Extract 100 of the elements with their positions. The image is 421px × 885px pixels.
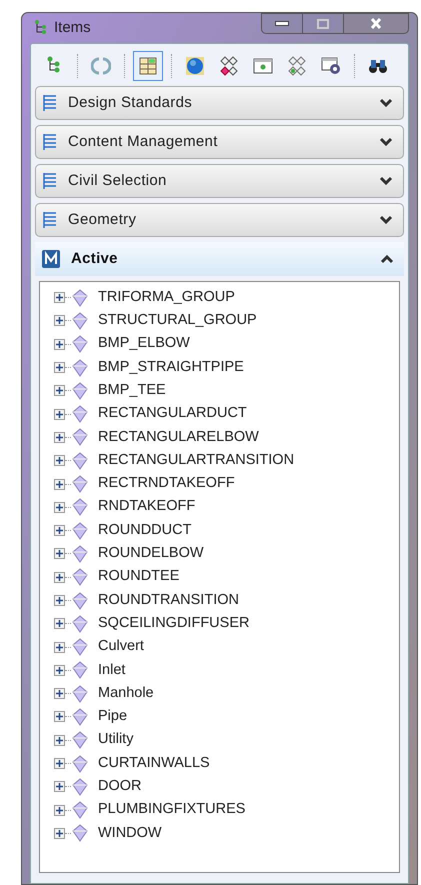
list-icon (42, 211, 58, 229)
tree-item[interactable]: DOOR (98, 776, 142, 798)
expand-toggle[interactable] (54, 455, 65, 466)
chevron-down-icon (379, 176, 393, 186)
expand-toggle[interactable] (54, 502, 65, 513)
list-icon (42, 94, 58, 112)
tree-item[interactable]: WINDOW (98, 822, 162, 844)
diamond-icon (72, 778, 88, 796)
diamond-icon (72, 824, 88, 842)
panel-header[interactable]: Civil Selection (35, 164, 404, 198)
tree-item[interactable]: Inlet (98, 660, 126, 682)
app-icon (41, 249, 61, 269)
diamond-icon (72, 708, 88, 726)
expand-toggle[interactable] (54, 548, 65, 560)
diamond-icon (72, 592, 88, 610)
chevron-up-icon (380, 254, 394, 264)
tree-item[interactable]: BMP_STRAIGHTPIPE (98, 356, 244, 378)
expand-toggle[interactable] (54, 525, 65, 536)
tree-item[interactable]: BMP_TEE (98, 380, 166, 402)
diamond-icon (72, 801, 88, 820)
panel-header[interactable]: Design Standards (35, 86, 404, 120)
diamond-icon (72, 475, 88, 494)
expand-toggle[interactable] (54, 781, 65, 792)
tree-item[interactable]: STRUCTURAL_GROUP (98, 310, 257, 332)
diamond-icon (72, 684, 88, 703)
window-icon (253, 56, 273, 76)
tree-item[interactable]: RNDTAKEOFF (98, 496, 196, 518)
diamond-icon (72, 428, 88, 446)
tree-item[interactable]: ROUNDTRANSITION (98, 590, 239, 612)
tree-icon (34, 20, 48, 36)
tree-item[interactable]: TRIFORMA_GROUP (98, 286, 235, 309)
expand-toggle[interactable] (54, 292, 65, 304)
expand-toggle[interactable] (54, 618, 65, 630)
diamond-icon (72, 568, 88, 586)
diamond-icon (72, 312, 88, 330)
panel-header[interactable]: Content Management (35, 125, 404, 159)
maximize-button[interactable] (303, 13, 343, 34)
expand-toggle[interactable] (54, 711, 65, 722)
tree-item[interactable]: RECTRNDTAKEOFF (98, 473, 235, 495)
diamonds-icon (219, 56, 239, 76)
expand-toggle[interactable] (54, 338, 65, 350)
panel-header[interactable]: Geometry (35, 203, 404, 237)
tree-item[interactable]: Manhole (98, 682, 154, 705)
diamond-icon (72, 498, 88, 516)
expand-toggle[interactable] (54, 315, 65, 326)
list-icon (42, 172, 58, 190)
diamond-icon (72, 731, 88, 750)
expand-toggle[interactable] (54, 362, 65, 374)
expand-toggle[interactable] (54, 385, 65, 396)
tree-item[interactable]: ROUNDELBOW (98, 543, 204, 565)
expand-toggle[interactable] (54, 595, 65, 606)
diamond-icon (72, 452, 88, 470)
tree-item[interactable]: Utility (98, 729, 134, 752)
tree-item[interactable]: RECTANGULARDUCT (98, 403, 247, 425)
tree-item[interactable]: PLUMBINGFIXTURES (98, 799, 246, 822)
close-button[interactable] (343, 13, 409, 34)
tree-item[interactable]: BMP_ELBOW (98, 333, 190, 356)
expand-toggle[interactable] (54, 408, 65, 420)
diamond-icon (72, 754, 88, 773)
diamond-icon (72, 638, 88, 656)
tree-item[interactable]: ROUNDTEE (98, 566, 180, 588)
chevron-down-icon (379, 215, 393, 225)
expand-toggle[interactable] (54, 688, 65, 700)
diamond-icon (72, 335, 88, 354)
diamond-icon (72, 614, 88, 633)
grid-button[interactable] (133, 51, 163, 81)
globe-icon (185, 56, 205, 76)
expand-toggle[interactable] (54, 804, 65, 816)
minimize-button[interactable] (261, 13, 303, 34)
panel-header[interactable]: Active (35, 242, 404, 276)
chevron-down-icon (379, 137, 393, 147)
diamond-icon (72, 522, 88, 540)
diamonds-icon (287, 56, 307, 76)
tree-item[interactable]: RECTANGULARTRANSITION (98, 450, 294, 472)
expand-toggle[interactable] (54, 432, 65, 443)
expand-toggle[interactable] (54, 664, 65, 676)
diamond-icon (72, 405, 88, 424)
tree-item[interactable]: CURTAINWALLS (98, 752, 210, 774)
tree-item[interactable]: Culvert (98, 636, 144, 658)
tree-item[interactable]: SQCEILINGDIFFUSER (98, 612, 250, 635)
list-icon (42, 133, 58, 151)
window-title: Items (54, 18, 91, 38)
diamond-icon (72, 661, 88, 680)
expand-toggle[interactable] (54, 758, 65, 770)
diamond-icon (72, 382, 88, 400)
chevron-down-icon (379, 98, 393, 108)
tree-item[interactable]: RECTANGULARELBOW (98, 426, 259, 448)
refresh-icon (91, 56, 111, 76)
diamond-icon (72, 358, 88, 377)
expand-toggle[interactable] (54, 828, 65, 839)
expand-toggle[interactable] (54, 478, 65, 490)
expand-toggle[interactable] (54, 642, 65, 653)
tree-item[interactable]: ROUNDDUCT (98, 520, 192, 542)
close-icon (370, 18, 382, 29)
diamond-icon (72, 288, 88, 307)
expand-toggle[interactable] (54, 572, 65, 583)
diamond-icon (72, 544, 88, 563)
tree-item[interactable]: Pipe (98, 706, 128, 728)
expand-toggle[interactable] (54, 734, 65, 746)
grid-icon (138, 56, 158, 76)
